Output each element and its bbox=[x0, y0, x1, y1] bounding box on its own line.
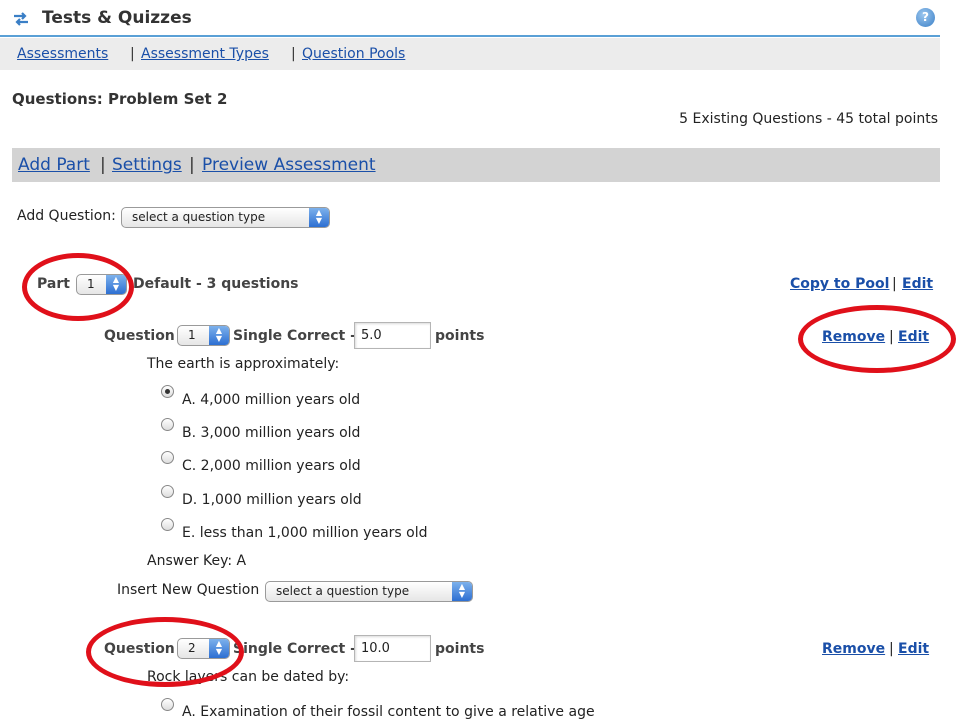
nav-separator: | bbox=[130, 46, 135, 62]
question-number-value: 1 bbox=[188, 328, 196, 342]
points-value: 10.0 bbox=[361, 641, 390, 656]
question-2-edit-link[interactable]: Edit bbox=[898, 641, 929, 657]
preview-assessment-link[interactable]: Preview Assessment bbox=[202, 155, 376, 175]
choice-radio[interactable] bbox=[161, 418, 174, 431]
choice-radio[interactable] bbox=[161, 698, 174, 711]
insert-question-select-value: select a question type bbox=[276, 584, 410, 598]
link-separator: | bbox=[889, 641, 894, 657]
answer-key: Answer Key: A bbox=[147, 553, 247, 569]
insert-question-select[interactable]: select a question type ▲ ▼ bbox=[265, 581, 473, 602]
question-number-value: 2 bbox=[188, 641, 196, 655]
choice-radio[interactable] bbox=[161, 485, 174, 498]
nav-separator: | bbox=[291, 46, 296, 62]
question-type: Single Correct - bbox=[233, 328, 356, 344]
link-separator: | bbox=[889, 329, 894, 345]
part-description: Default - 3 questions bbox=[133, 276, 299, 292]
app-title: Tests & Quizzes bbox=[42, 8, 192, 28]
choice-text: D. 1,000 million years old bbox=[182, 492, 362, 508]
swap-arrows-icon bbox=[14, 12, 28, 26]
question-summary: 5 Existing Questions - 45 total points bbox=[679, 111, 938, 127]
insert-question-label: Insert New Question bbox=[117, 582, 260, 598]
choice-text: A. Examination of their fossil content t… bbox=[182, 704, 595, 720]
assessment-action-bar: Add Part | Settings | Preview Assessment bbox=[12, 148, 940, 182]
choice-radio[interactable] bbox=[161, 451, 174, 464]
add-part-link[interactable]: Add Part bbox=[18, 155, 90, 175]
add-question-select-value: select a question type bbox=[132, 210, 266, 224]
question-label: Question bbox=[104, 328, 175, 344]
points-label: points bbox=[435, 328, 485, 344]
question-2-number-select[interactable]: 2 ▲ ▼ bbox=[177, 638, 230, 659]
select-arrows-icon: ▲ ▼ bbox=[106, 275, 126, 294]
question-1-number-select[interactable]: 1 ▲ ▼ bbox=[177, 325, 230, 346]
nav-assessment-types[interactable]: Assessment Types bbox=[141, 46, 269, 62]
link-separator: | bbox=[892, 276, 897, 292]
question-label: Question bbox=[104, 641, 175, 657]
add-question-select[interactable]: select a question type ▲ ▼ bbox=[121, 207, 330, 228]
part-number-select[interactable]: 1 ▲ ▼ bbox=[76, 274, 127, 295]
question-type: Single Correct - bbox=[233, 641, 356, 657]
choice-text: B. 3,000 million years old bbox=[182, 425, 361, 441]
add-question-label: Add Question: bbox=[17, 208, 116, 224]
nav-assessments[interactable]: Assessments bbox=[17, 46, 108, 62]
settings-link[interactable]: Settings bbox=[112, 155, 182, 175]
choice-text: C. 2,000 million years old bbox=[182, 458, 361, 474]
points-label: points bbox=[435, 641, 485, 657]
tool-title-bar: Tests & Quizzes ? bbox=[0, 0, 940, 37]
choice-text: A. 4,000 million years old bbox=[182, 392, 361, 408]
choice-radio[interactable] bbox=[161, 385, 174, 398]
question-1-points-input[interactable]: 5.0 bbox=[354, 322, 431, 349]
question-2-remove-link[interactable]: Remove bbox=[822, 641, 885, 657]
choice-text: E. less than 1,000 million years old bbox=[182, 525, 428, 541]
select-arrows-icon: ▲ ▼ bbox=[209, 326, 229, 345]
nav-question-pools[interactable]: Question Pools bbox=[302, 46, 405, 62]
action-separator: | bbox=[100, 155, 106, 175]
select-arrows-icon: ▲ ▼ bbox=[209, 639, 229, 658]
select-arrows-icon: ▲ ▼ bbox=[452, 582, 472, 601]
question-1-remove-link[interactable]: Remove bbox=[822, 329, 885, 345]
select-arrows-icon: ▲ ▼ bbox=[309, 208, 329, 227]
copy-to-pool-link[interactable]: Copy to Pool bbox=[790, 276, 889, 292]
question-text: The earth is approximately: bbox=[147, 356, 340, 372]
help-icon[interactable]: ? bbox=[916, 8, 935, 27]
points-value: 5.0 bbox=[361, 328, 382, 343]
action-separator: | bbox=[189, 155, 195, 175]
part-label: Part bbox=[37, 276, 70, 292]
part-number-value: 1 bbox=[87, 277, 95, 291]
page-title: Questions: Problem Set 2 bbox=[12, 90, 228, 108]
question-text: Rock layers can be dated by: bbox=[147, 669, 350, 685]
choice-radio[interactable] bbox=[161, 518, 174, 531]
question-1-edit-link[interactable]: Edit bbox=[898, 329, 929, 345]
question-2-points-input[interactable]: 10.0 bbox=[354, 635, 431, 662]
tool-nav: Assessments | Assessment Types | Questio… bbox=[0, 38, 940, 70]
part-edit-link[interactable]: Edit bbox=[902, 276, 933, 292]
